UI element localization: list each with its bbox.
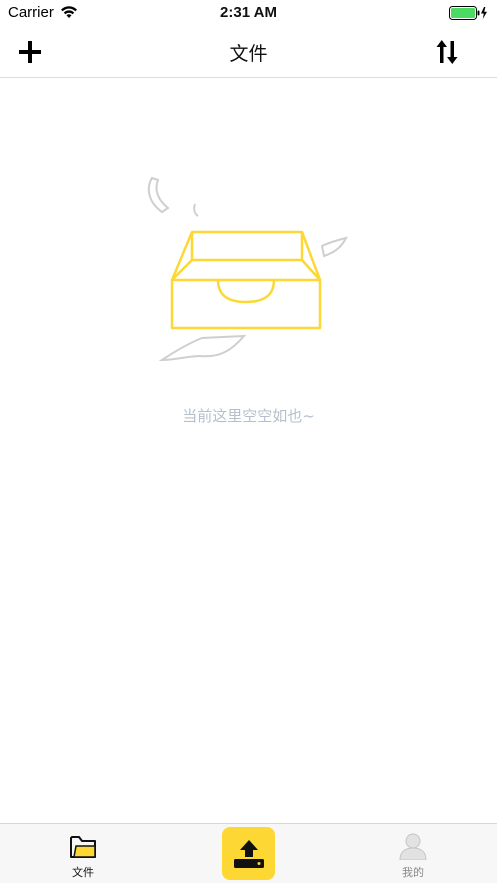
page-title: 文件 xyxy=(229,43,268,65)
upload-icon xyxy=(233,839,264,868)
nav-bar: 文件 xyxy=(0,26,497,78)
person-icon xyxy=(399,832,427,861)
empty-message: 当前这里空空如也~ xyxy=(182,407,315,425)
tab-bar: 文件 我的 xyxy=(0,823,497,883)
battery-icon xyxy=(449,5,489,24)
tab-files[interactable]: 文件 xyxy=(43,824,123,883)
tab-mine[interactable]: 我的 xyxy=(373,824,453,883)
folder-icon xyxy=(69,832,97,860)
tab-files-label: 文件 xyxy=(72,866,94,879)
status-bar: Carrier 2:31 AM xyxy=(0,0,497,26)
clock: 2:31 AM xyxy=(220,4,277,21)
sort-icon xyxy=(436,40,458,64)
upload-button[interactable] xyxy=(222,827,275,880)
empty-tray-illustration xyxy=(140,170,360,370)
tab-mine-label: 我的 xyxy=(402,866,424,879)
sort-button[interactable] xyxy=(433,36,461,68)
